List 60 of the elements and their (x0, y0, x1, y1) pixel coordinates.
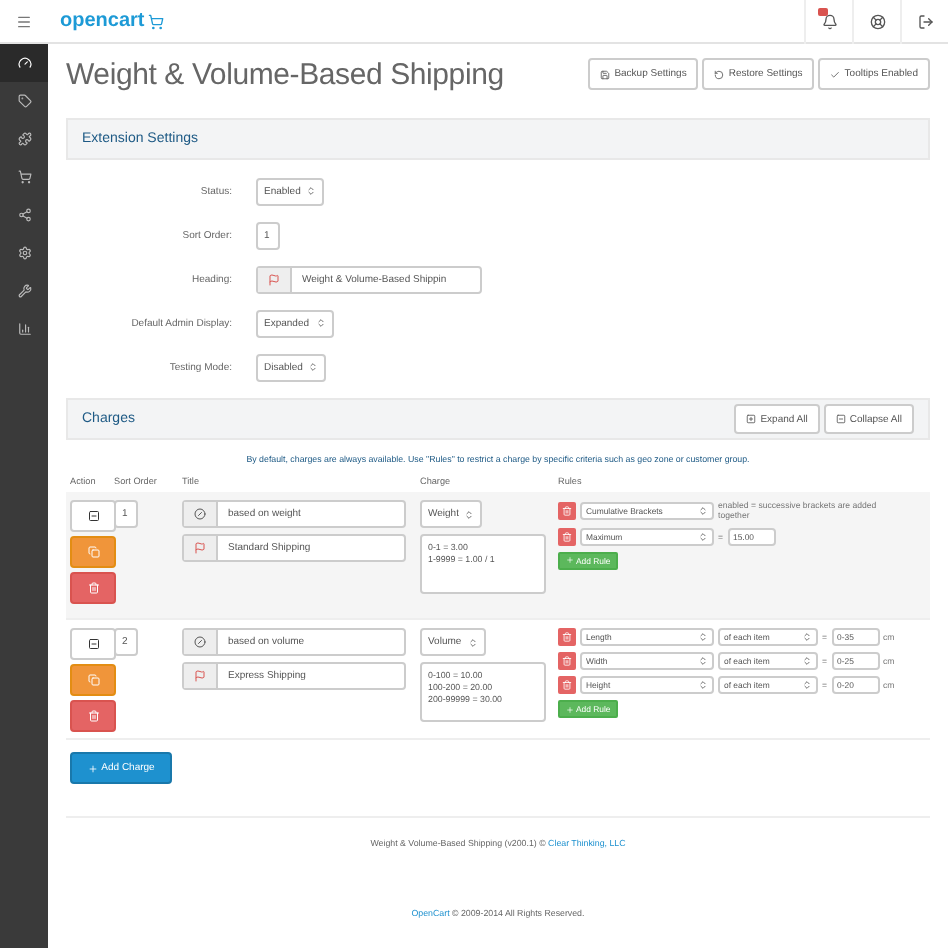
flag-icon (268, 273, 280, 285)
trash-icon (87, 582, 99, 594)
delete-rule-button[interactable] (558, 628, 576, 646)
help-icon[interactable] (869, 13, 885, 29)
sidebar-icon[interactable] (17, 94, 31, 108)
copy-icon (87, 546, 99, 558)
delete-rule-button[interactable] (558, 501, 576, 520)
dropdown-arrow-icon (308, 362, 319, 372)
trash-icon (562, 656, 572, 666)
save-icon (600, 69, 611, 79)
logout-icon[interactable] (917, 13, 933, 29)
dropdown-arrow-icon (467, 637, 478, 647)
collapse-button[interactable] (70, 500, 116, 532)
trash-icon (87, 710, 99, 722)
delete-rule-button[interactable] (558, 527, 576, 546)
plus-icon (87, 763, 98, 773)
dropdown-arrow-icon (306, 186, 317, 196)
collapse-button[interactable] (70, 628, 116, 660)
dropdown-arrow-icon (464, 509, 475, 519)
sidebar-icon[interactable] (17, 284, 31, 298)
plus-icon (566, 705, 574, 713)
minus-square-icon (87, 510, 99, 522)
sidebar-icon[interactable] (17, 132, 31, 146)
plus-square-icon (746, 414, 757, 424)
minus-square-icon (87, 638, 99, 650)
copy-icon (87, 674, 99, 686)
dropdown-arrow-icon (698, 505, 708, 516)
trash-icon (562, 505, 572, 516)
delete-rule-button[interactable] (558, 676, 576, 694)
dropdown-arrow-icon (698, 680, 708, 690)
ban-icon (194, 508, 206, 520)
dropdown-arrow-icon (315, 318, 326, 328)
check-icon (830, 69, 841, 79)
menu-icon[interactable] (16, 13, 32, 29)
dropdown-arrow-icon (802, 680, 812, 690)
notification-badge (818, 7, 828, 15)
dropdown-arrow-icon (698, 632, 708, 642)
dropdown-arrow-icon (698, 531, 708, 542)
sidebar-icon[interactable] (17, 322, 31, 336)
dropdown-arrow-icon (802, 632, 812, 642)
page-title: Weight & Volume-Based Shipping (66, 57, 504, 91)
cart-icon (148, 13, 165, 29)
dropdown-arrow-icon (802, 656, 812, 666)
ban-icon (194, 636, 206, 648)
trash-icon (562, 680, 572, 690)
bell-icon[interactable] (821, 13, 837, 29)
delete-button[interactable] (70, 700, 116, 732)
dropdown-arrow-icon (698, 656, 708, 666)
flag-icon (194, 670, 206, 682)
undo-icon (714, 69, 725, 79)
flag-icon (194, 542, 206, 554)
trash-icon (562, 632, 572, 642)
delete-rule-button[interactable] (558, 652, 576, 670)
plus-icon (566, 556, 574, 565)
minus-square-icon (835, 414, 846, 424)
trash-icon (562, 531, 572, 542)
sidebar-icon[interactable] (17, 170, 31, 184)
delete-button[interactable] (70, 572, 116, 604)
sidebar-icon[interactable] (17, 208, 31, 222)
sidebar-icon[interactable] (17, 246, 31, 260)
